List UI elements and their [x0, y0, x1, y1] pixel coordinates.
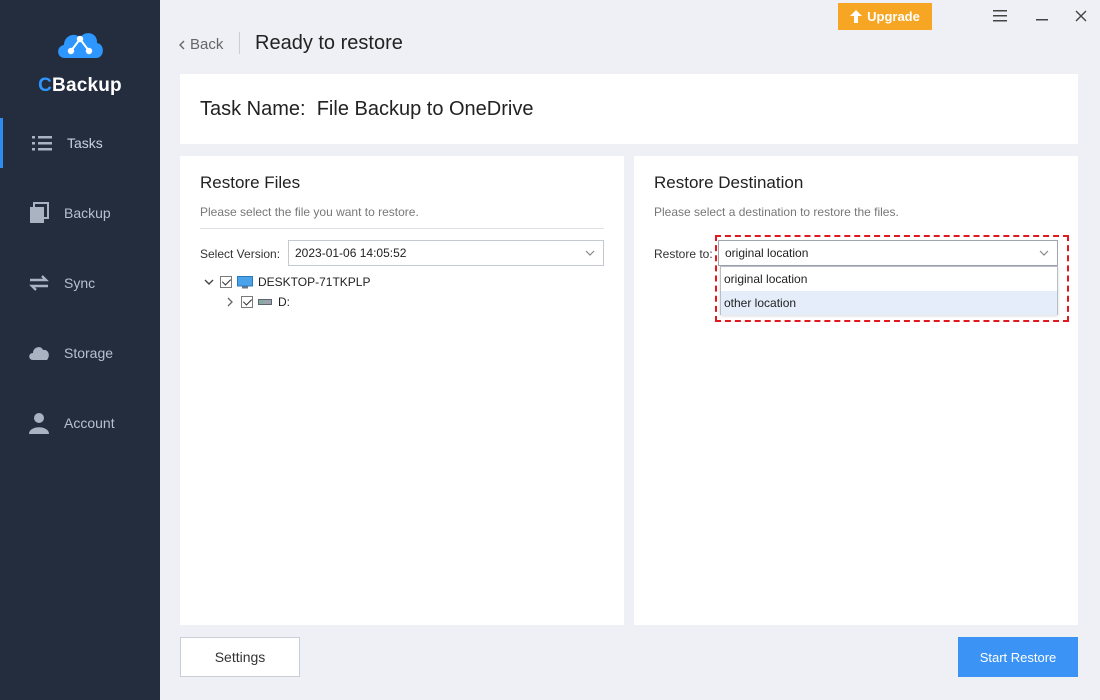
start-restore-button[interactable]: Start Restore: [958, 637, 1078, 677]
sidebar-item-label: Backup: [64, 205, 111, 221]
restore-to-label: Restore to:: [654, 247, 713, 261]
app-name-rest: Backup: [52, 75, 122, 96]
user-icon: [29, 413, 49, 434]
chevron-down-icon: [1039, 250, 1049, 256]
sidebar-item-storage[interactable]: Storage: [0, 328, 160, 378]
sidebar-item-label: Tasks: [67, 135, 103, 151]
restore-to-value: original location: [725, 246, 809, 260]
close-button[interactable]: [1071, 6, 1091, 26]
app-name: CBackup: [0, 75, 160, 97]
task-name: Task Name: File Backup to OneDrive: [200, 98, 533, 121]
select-version-label: Select Version:: [200, 247, 281, 261]
chevron-right-icon[interactable]: [225, 297, 235, 307]
sidebar-item-label: Account: [64, 415, 115, 431]
hamburger-icon: [993, 10, 1007, 22]
upgrade-arrow-icon: [850, 10, 863, 23]
restore-files-hint: Please select the file you want to resto…: [200, 205, 419, 219]
tree-node-drive[interactable]: D:: [225, 295, 290, 309]
cbackup-logo-icon: [58, 33, 103, 58]
menu-button[interactable]: [990, 6, 1010, 26]
sidebar-item-tasks[interactable]: Tasks: [0, 118, 160, 168]
restore-to-select[interactable]: original location: [718, 240, 1058, 266]
restore-to-dropdown: original location other location: [720, 266, 1058, 315]
upgrade-label: Upgrade: [867, 9, 920, 24]
checkbox[interactable]: [220, 276, 232, 288]
cloud-icon: [29, 347, 49, 360]
sidebar-item-label: Storage: [64, 345, 114, 361]
sidebar-item-sync[interactable]: Sync: [0, 258, 160, 308]
chevron-left-icon: [179, 40, 185, 49]
computer-icon: [237, 275, 253, 288]
restore-destination-hint: Please select a destination to restore t…: [654, 205, 899, 219]
tree-node-label: D:: [278, 295, 290, 309]
version-value: 2023-01-06 14:05:52: [295, 246, 407, 260]
restore-destination-heading: Restore Destination: [654, 173, 804, 192]
header-divider: [239, 32, 240, 54]
sync-icon: [29, 275, 49, 291]
dropdown-option-other[interactable]: other location: [721, 291, 1057, 315]
page-title: Ready to restore: [255, 32, 403, 54]
settings-button[interactable]: Settings: [180, 637, 300, 677]
task-name-prefix: Task Name:: [200, 98, 306, 120]
upgrade-button[interactable]: Upgrade: [838, 3, 932, 30]
back-button[interactable]: Back: [178, 36, 223, 53]
app-name-c: C: [38, 75, 53, 96]
sidebar-item-backup[interactable]: Backup: [0, 188, 160, 238]
dropdown-option-original[interactable]: original location: [721, 267, 1057, 291]
sidebar: CBackup Tasks Backup Sync Storage Accoun…: [0, 0, 160, 700]
app-logo: CBackup: [0, 24, 160, 97]
restore-destination-panel: Restore Destination Please select a dest…: [634, 156, 1078, 625]
checkbox[interactable]: [241, 296, 253, 308]
close-icon: [1075, 10, 1087, 22]
minimize-icon: [1036, 19, 1048, 21]
tree-node-computer[interactable]: DESKTOP-71TKPLP: [204, 275, 371, 289]
restore-files-heading: Restore Files: [200, 173, 301, 192]
sidebar-item-label: Sync: [64, 275, 96, 291]
list-icon: [32, 136, 52, 151]
chevron-down-icon: [585, 250, 595, 256]
task-name-card: Task Name: File Backup to OneDrive: [180, 74, 1078, 144]
chevron-down-icon[interactable]: [204, 277, 214, 287]
backup-icon: [30, 202, 49, 223]
drive-icon: [258, 299, 272, 305]
back-label: Back: [190, 36, 224, 53]
version-select[interactable]: 2023-01-06 14:05:52: [288, 240, 604, 266]
sidebar-item-account[interactable]: Account: [0, 398, 160, 448]
minimize-button[interactable]: [1032, 6, 1052, 26]
task-name-value: File Backup to OneDrive: [316, 98, 534, 120]
restore-files-panel: Restore Files Please select the file you…: [180, 156, 624, 625]
tree-node-label: DESKTOP-71TKPLP: [258, 275, 371, 289]
divider: [200, 228, 604, 229]
